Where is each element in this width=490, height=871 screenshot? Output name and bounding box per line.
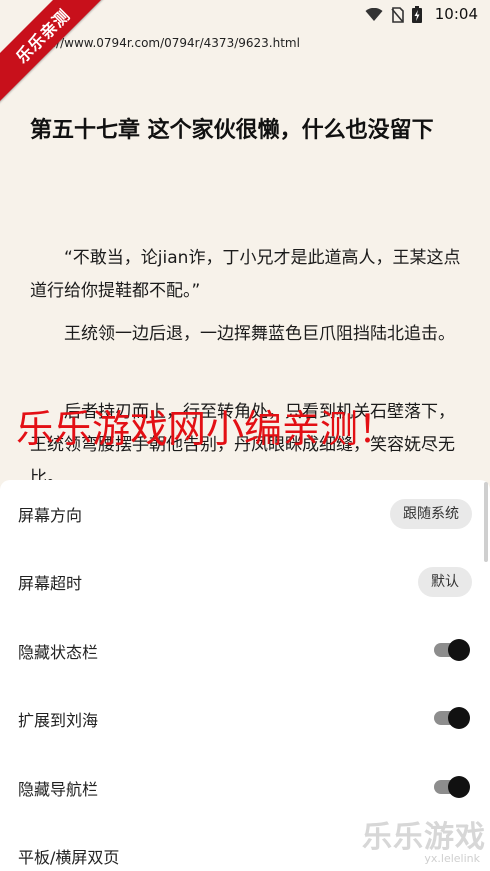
- setting-label: 隐藏导航栏: [18, 780, 99, 799]
- sheet-scrollbar[interactable]: [484, 482, 488, 562]
- setting-label: 扩展到刘海: [18, 711, 99, 730]
- settings-sheet: 屏幕方向 跟随系统 屏幕超时 默认 隐藏状态栏 扩展到刘海 隐藏导航栏 平板/横…: [0, 480, 490, 871]
- corner-logo-watermark: 乐乐游戏 yx.lelelink: [362, 820, 486, 866]
- corner-logo-title: 乐乐游戏: [362, 820, 486, 855]
- setting-label: 屏幕超时: [18, 574, 83, 593]
- hide-status-bar-toggle[interactable]: [434, 639, 470, 661]
- no-sim-icon: [391, 6, 404, 23]
- setting-extend-to-notch[interactable]: 扩展到刘海: [0, 685, 490, 753]
- page-url: ://www.0794r.com/0794r/4373/9623.html: [52, 36, 300, 50]
- reader-page: 10:04 ://www.0794r.com/0794r/4373/9623.h…: [0, 0, 490, 480]
- setting-label: 隐藏状态栏: [18, 643, 99, 662]
- setting-label: 平板/横屏双页: [18, 848, 120, 867]
- setting-label: 屏幕方向: [18, 506, 83, 525]
- paragraph: “不敢当，论jian诈，丁小兄才是此道高人，王某这点道行给你提鞋都不配。”: [30, 248, 461, 301]
- setting-hide-nav-bar[interactable]: 隐藏导航栏: [0, 754, 490, 822]
- extend-to-notch-toggle[interactable]: [434, 707, 470, 729]
- paragraph: 王统领一边后退，一边挥舞蓝色巨爪阻挡陆北追击。: [64, 324, 455, 344]
- chapter-title: 第五十七章 这个家伙很懒，什么也没留下: [30, 118, 434, 143]
- status-time: 10:04: [434, 5, 478, 23]
- status-icons: [365, 6, 422, 23]
- battery-charging-icon: [412, 6, 422, 23]
- setting-hide-status-bar[interactable]: 隐藏状态栏: [0, 617, 490, 685]
- wifi-icon: [365, 7, 383, 21]
- overlay-watermark-text: 乐乐游戏网小编亲测！: [16, 407, 397, 451]
- setting-screen-timeout[interactable]: 屏幕超时 默认: [0, 548, 490, 616]
- timeout-chip[interactable]: 默认: [418, 567, 472, 597]
- orientation-chip[interactable]: 跟随系统: [390, 499, 472, 529]
- setting-screen-orientation[interactable]: 屏幕方向 跟随系统: [0, 480, 490, 548]
- hide-nav-bar-toggle[interactable]: [434, 776, 470, 798]
